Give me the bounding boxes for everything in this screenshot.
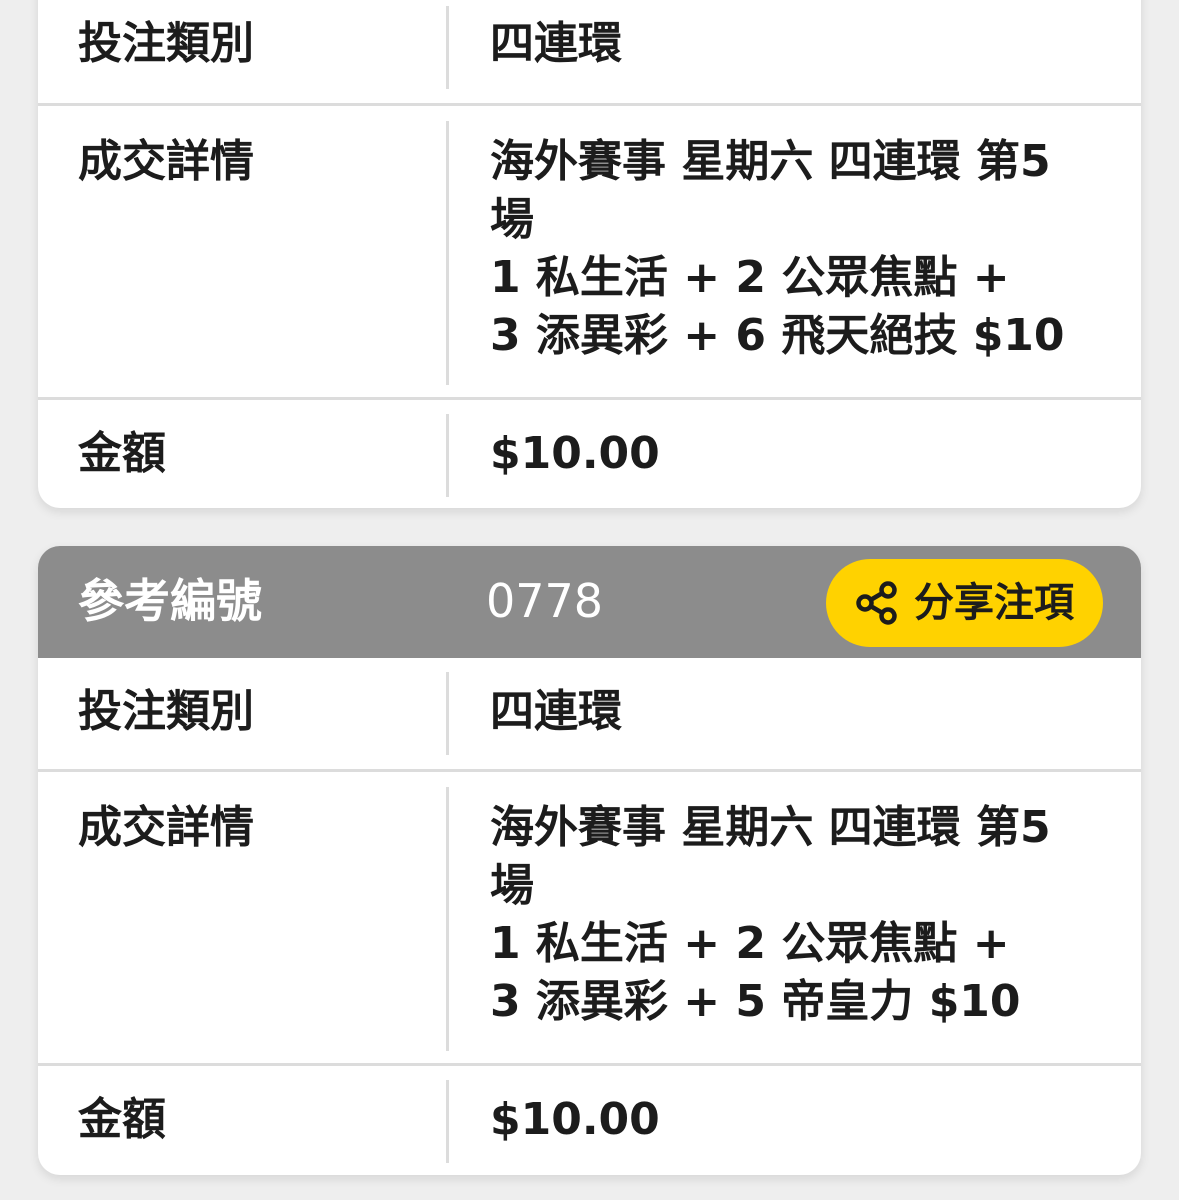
row-bet-type: 投注類別 四連環 [38, 0, 1141, 103]
row-bet-type: 投注類別 四連環 [38, 658, 1141, 769]
details-value: 海外賽事 星期六 四連環 第5 場 1 私生活 + 2 公眾焦點 + 3 添異彩… [490, 136, 1065, 361]
bet-card-1: 投注類別 四連環 成交詳情 海外賽事 星期六 四連環 第5 場 1 私生活 + … [38, 0, 1141, 508]
row-amount: 金額 $10.00 [38, 1063, 1141, 1175]
share-icon [856, 581, 897, 625]
amount-label: 金額 [78, 428, 166, 479]
bet-type-label: 投注類別 [78, 18, 254, 69]
column-divider [446, 414, 449, 497]
column-divider [446, 1080, 449, 1163]
column-divider [446, 672, 449, 755]
column-divider [446, 121, 449, 385]
column-divider [446, 787, 449, 1051]
share-bet-button[interactable]: 分享注項 [826, 559, 1103, 647]
amount-label: 金額 [78, 1094, 166, 1145]
reference-label: 參考編號 [78, 574, 262, 628]
bet-card-2: 參考編號 0778 分享注項 投注類別 四連環 成交詳情 海外賽事 星期六 四連… [38, 546, 1141, 1175]
card-header: 參考編號 0778 分享注項 [38, 546, 1141, 658]
amount-value: $10.00 [490, 428, 660, 479]
bet-type-value: 四連環 [490, 686, 622, 737]
row-amount: 金額 $10.00 [38, 397, 1141, 508]
details-label: 成交詳情 [78, 136, 254, 187]
column-divider [446, 6, 449, 89]
bet-type-value: 四連環 [490, 18, 622, 69]
row-details: 成交詳情 海外賽事 星期六 四連環 第5 場 1 私生活 + 2 公眾焦點 + … [38, 103, 1141, 397]
amount-value: $10.00 [490, 1094, 660, 1145]
bet-type-label: 投注類別 [78, 686, 254, 737]
reference-number: 0778 [486, 574, 604, 628]
row-details: 成交詳情 海外賽事 星期六 四連環 第5 場 1 私生活 + 2 公眾焦點 + … [38, 769, 1141, 1063]
details-value: 海外賽事 星期六 四連環 第5 場 1 私生活 + 2 公眾焦點 + 3 添異彩… [490, 802, 1051, 1027]
details-label: 成交詳情 [78, 802, 254, 853]
share-button-label: 分享注項 [914, 580, 1074, 626]
